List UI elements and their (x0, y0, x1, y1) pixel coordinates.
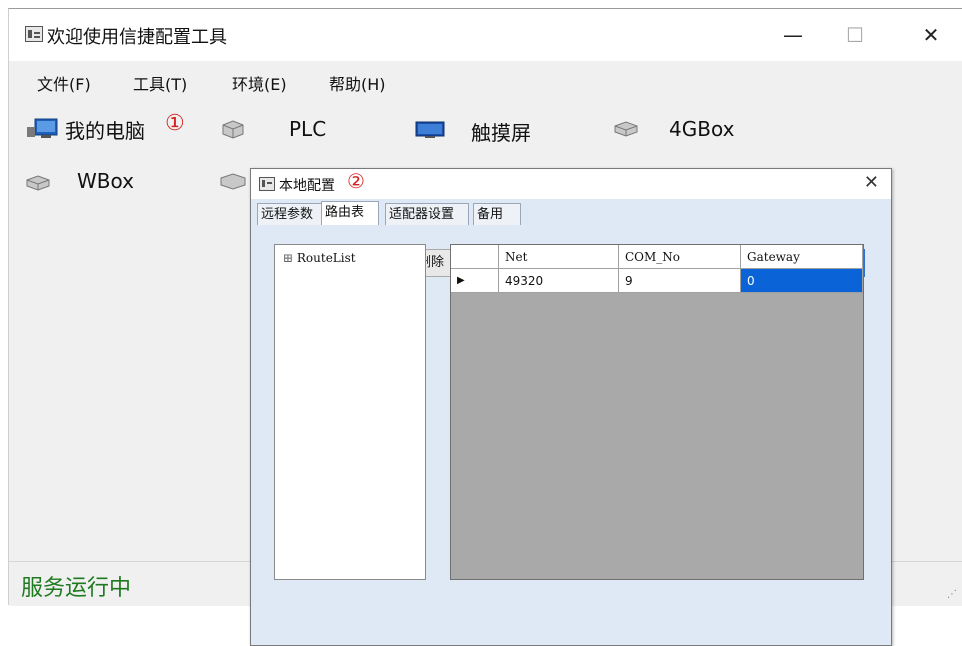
annotation-1: ① (165, 111, 185, 136)
title-bar[interactable]: 欢迎使用信捷配置工具 — ☐ ✕ (9, 9, 962, 61)
menu-bar: 文件(F) 工具(T) 环境(E) 帮助(H) (9, 67, 962, 99)
column-header-com-no[interactable]: COM_No (619, 245, 741, 269)
device-icon[interactable] (219, 173, 249, 191)
menu-file[interactable]: 文件(F) (37, 71, 91, 95)
toolbar-wbox[interactable]: WBox (25, 167, 155, 197)
toolbar-label: 我的电脑 (65, 119, 145, 143)
column-header-net[interactable]: Net (499, 245, 619, 269)
expand-icon[interactable]: ⊞ (283, 251, 293, 265)
toolbar-4gbox[interactable]: 4GBox (613, 115, 763, 145)
cell-gateway[interactable]: 0 (741, 269, 863, 293)
tab-adapter-settings[interactable]: 适配器设置 (385, 203, 469, 225)
tab-strip: 远程参数 路由表 适配器设置 备用 (255, 201, 887, 226)
tree-node-routelist[interactable]: ⊞ RouteList (283, 251, 356, 265)
cell-net[interactable]: 49320 (499, 269, 619, 293)
toolbar-plc[interactable]: PLC (221, 115, 341, 145)
window-title: 欢迎使用信捷配置工具 (47, 27, 227, 48)
app-icon (25, 26, 43, 42)
status-text: 服务运行中 (21, 576, 132, 601)
resize-grip-icon[interactable]: ⋰ (947, 589, 957, 600)
app-icon (259, 177, 275, 191)
column-header-gateway[interactable]: Gateway (741, 245, 863, 269)
row-selector-icon[interactable]: ▶ (451, 269, 499, 293)
tab-routing-table[interactable]: 路由表 (321, 201, 379, 226)
tree-node-label: RouteList (296, 251, 356, 265)
toolbar-label: PLC (289, 117, 327, 141)
route-grid[interactable]: Net COM_No Gateway ▶ 49320 9 0 (450, 244, 864, 580)
menu-tools[interactable]: 工具(T) (133, 71, 187, 95)
toolbar-touchscreen[interactable]: 触摸屏 (415, 115, 555, 145)
tab-remote-params[interactable]: 远程参数 (257, 203, 325, 225)
toolbar-label: 4GBox (669, 117, 735, 141)
grid-corner (451, 245, 499, 269)
minimize-button[interactable]: — (773, 21, 813, 49)
annotation-2: ② (347, 169, 365, 193)
menu-help[interactable]: 帮助(H) (329, 71, 386, 95)
menu-environment[interactable]: 环境(E) (232, 71, 287, 95)
tab-spare[interactable]: 备用 (473, 203, 521, 225)
device-icon (222, 120, 244, 139)
dialog-title: 本地配置 (279, 178, 335, 194)
maximize-button[interactable]: ☐ (835, 21, 875, 49)
dialog-title-bar[interactable]: 本地配置 ② ✕ (251, 169, 891, 199)
device-icon (26, 175, 50, 191)
cell-com-no[interactable]: 9 (619, 269, 741, 293)
dialog-close-button[interactable]: ✕ (864, 172, 879, 193)
local-config-dialog: 本地配置 ② ✕ 远程参数 路由表 适配器设置 备用 添加 删除 ③ 读取 写入… (250, 168, 892, 646)
toolbar-label: WBox (77, 169, 134, 193)
device-icon (614, 121, 638, 137)
monitor-icon (415, 121, 445, 138)
close-button[interactable]: ✕ (911, 21, 951, 49)
computer-icon (27, 118, 58, 138)
toolbar-label: 触摸屏 (471, 121, 531, 145)
route-tree[interactable]: ⊞ RouteList (274, 244, 426, 580)
